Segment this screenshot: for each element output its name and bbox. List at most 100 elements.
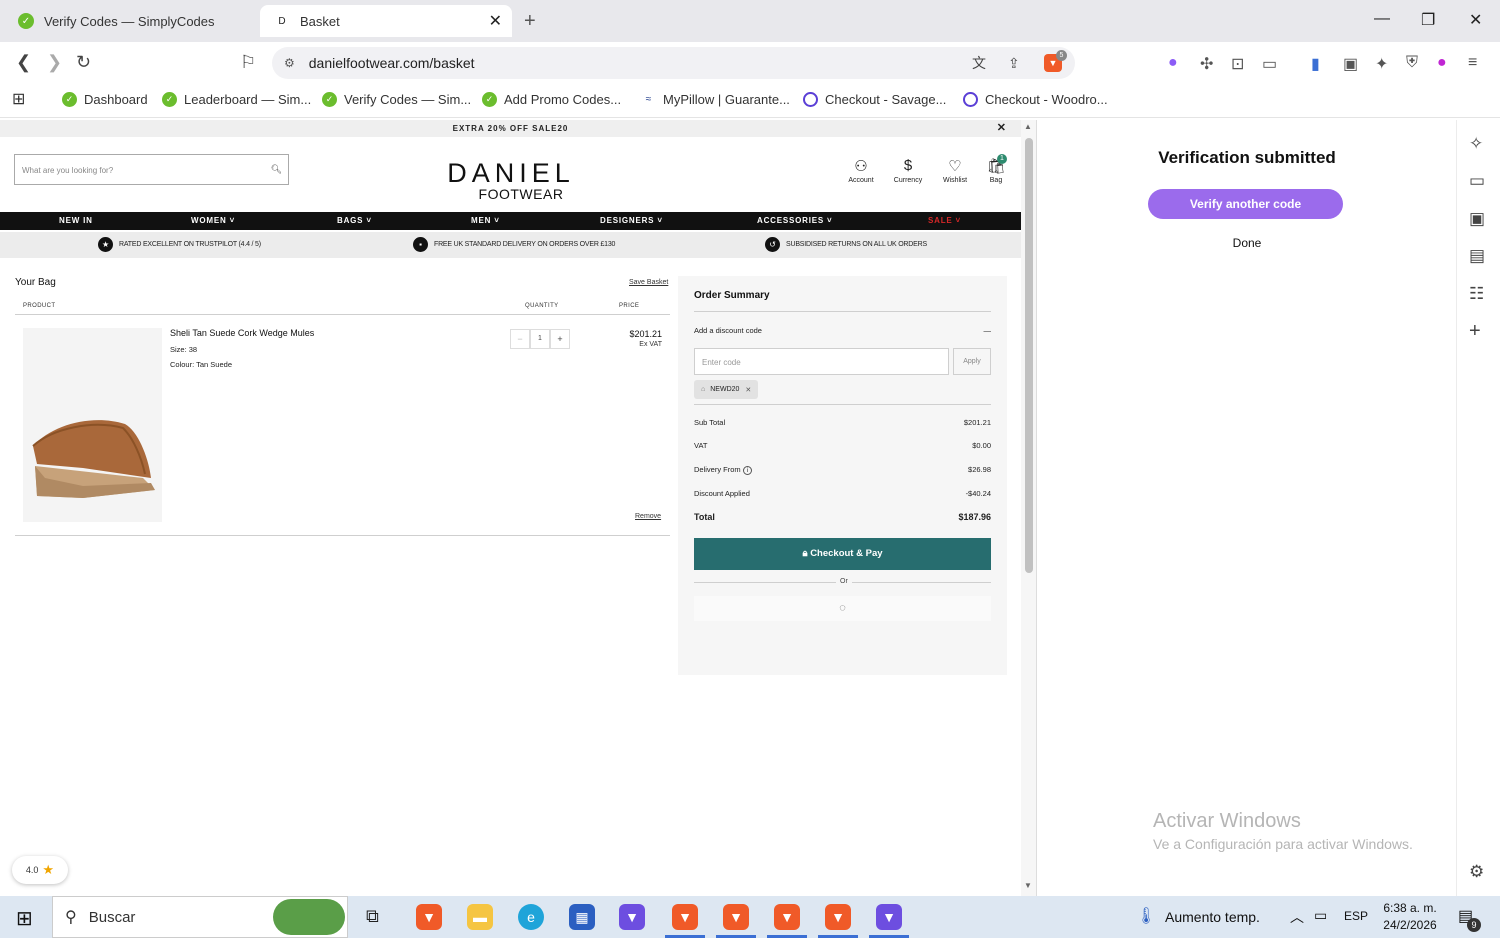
currency-link[interactable]: $ Currency [891, 157, 925, 184]
leo-icon[interactable]: ● [1168, 54, 1178, 72]
bookmark-dashboard[interactable]: ✓ Dashboard [62, 92, 148, 107]
scroll-up-icon[interactable]: ▲ [1024, 122, 1032, 131]
remove-code-icon[interactable]: ✕ [745, 386, 751, 394]
brave-window-3-icon[interactable]: ▼ [774, 904, 800, 930]
bag-link[interactable]: 🛍︎ Bag [979, 157, 1013, 184]
bookmark-checkout-savage[interactable]: Checkout - Savage... [803, 92, 946, 107]
info-icon[interactable]: i [742, 466, 752, 475]
product-image[interactable] [23, 328, 162, 522]
star-icon: ★ [42, 862, 55, 877]
back-icon[interactable]: ❮ [16, 52, 31, 73]
address-bar[interactable]: ⚙ danielfootwear.com/basket 文 ⇪ ▼ 5 [272, 47, 1075, 79]
translate-icon[interactable]: 文 [972, 53, 986, 73]
site-search-input[interactable]: What are you looking for? 🔍︎ [14, 154, 289, 185]
account-label: Account [848, 177, 874, 184]
qty-value[interactable]: 1 [530, 329, 550, 349]
extensions-icon[interactable]: ✣ [1200, 54, 1213, 74]
bookmark-mypillow[interactable]: ≈ MyPillow | Guarante... [641, 92, 790, 107]
forward-icon[interactable]: ❯ [47, 52, 62, 73]
nav-designers[interactable]: DESIGNERS ˅ [600, 212, 663, 230]
language-indicator[interactable]: ESP [1344, 909, 1368, 923]
decrease-qty-button[interactable]: − [510, 329, 530, 349]
increase-qty-button[interactable]: + [550, 329, 570, 349]
reading-list-icon[interactable]: ☷ [1469, 284, 1484, 304]
subtotal-row: Sub Total $201.21 [694, 418, 991, 427]
reader-icon[interactable]: ▭ [1262, 54, 1277, 74]
discount-toggle[interactable]: Add a discount code — [694, 326, 991, 335]
scroll-down-icon[interactable]: ▼ [1024, 881, 1032, 890]
taskbar-search[interactable]: ⚲ Buscar [52, 896, 348, 938]
brave-app-icon[interactable]: ▼ [416, 904, 442, 930]
new-tab-button[interactable]: + [524, 10, 536, 33]
add-panel-icon[interactable]: + [1469, 320, 1481, 343]
maximize-icon[interactable]: ❐ [1421, 10, 1435, 30]
site-info-icon[interactable]: ⚙ [284, 56, 295, 70]
sidebar-toggle-icon[interactable]: ▮ [1311, 54, 1320, 74]
account-link[interactable]: ⚇ Account [844, 157, 878, 184]
verify-another-button[interactable]: Verify another code [1148, 189, 1343, 219]
nav-new-in[interactable]: NEW IN [59, 212, 93, 230]
task-view-icon[interactable]: ⧉ [366, 906, 379, 927]
scroll-thumb[interactable] [1025, 138, 1033, 573]
express-pay-area[interactable]: ◌ [694, 596, 991, 621]
brave-window-1-icon[interactable]: ▼ [672, 904, 698, 930]
network-icon[interactable]: ▭ [1314, 907, 1327, 924]
nav-bags[interactable]: BAGS ˅ [337, 212, 372, 230]
search-icon[interactable]: 🔍︎ [271, 164, 282, 175]
reload-icon[interactable]: ↻ [76, 52, 91, 73]
bookmark-icon[interactable]: ⚐ [240, 52, 256, 73]
profile-icon[interactable]: ● [1437, 54, 1447, 72]
weather-text[interactable]: Aumento temp. [1165, 909, 1260, 925]
file-explorer-icon[interactable]: ▬ [467, 904, 493, 930]
bookmarks-icon[interactable]: ▤ [1469, 246, 1485, 266]
minimize-icon[interactable]: — [1374, 10, 1390, 28]
brave-window-2-icon[interactable]: ▼ [723, 904, 749, 930]
settings-icon[interactable]: ⚙ [1469, 862, 1484, 882]
nav-accessories[interactable]: ACCESSORIES ˅ [757, 212, 833, 230]
tab-basket[interactable]: D Basket ✕ [260, 5, 512, 37]
checkout-pay-button[interactable]: 🔒︎ Checkout & Pay [694, 538, 991, 570]
bookmark-verify-codes[interactable]: ✓ Verify Codes — Sim... [322, 92, 471, 107]
close-window-icon[interactable]: ✕ [1469, 10, 1482, 30]
save-basket-link[interactable]: Save Basket [629, 279, 668, 286]
rating-value: 4.0 [25, 865, 39, 875]
ai-icon[interactable]: ✧ [1469, 134, 1483, 154]
bookmark-leaderboard[interactable]: ✓ Leaderboard — Sim... [162, 92, 311, 107]
discount-code-input[interactable]: Enter code [694, 348, 949, 375]
remove-link[interactable]: Remove [635, 513, 661, 520]
vpn-window-icon[interactable]: ▼ [876, 904, 902, 930]
nav-women[interactable]: WOMEN ˅ [191, 212, 235, 230]
page-scrollbar[interactable]: ▲ ▼ [1021, 120, 1037, 896]
clock[interactable]: 6:38 a. m. 24/2/2026 [1380, 900, 1440, 934]
menu-icon[interactable]: ≡ [1468, 54, 1477, 72]
usp-delivery: ▪ FREE UK STANDARD DELIVERY ON ORDERS OVE… [413, 237, 615, 252]
split-view-icon[interactable]: ⊡ [1231, 54, 1244, 74]
apply-button[interactable]: Apply [953, 348, 991, 375]
product-name[interactable]: Sheli Tan Suede Cork Wedge Mules [170, 328, 314, 338]
share-icon[interactable]: ⇪ [1008, 55, 1020, 72]
close-tab-icon[interactable]: ✕ [489, 11, 502, 31]
brave-window-4-icon[interactable]: ▼ [825, 904, 851, 930]
store-icon[interactable]: ▦ [569, 904, 595, 930]
site-logo[interactable]: DANIEL FOOTWEAR [444, 160, 578, 202]
close-promo-icon[interactable]: ✕ [997, 120, 1007, 137]
apps-grid-icon[interactable]: ⊞ [12, 89, 25, 109]
wishlist-link[interactable]: ♡ Wishlist [938, 157, 972, 184]
bookmark-add-promo[interactable]: ✓ Add Promo Codes... [482, 92, 621, 107]
media-icon[interactable]: ▭ [1469, 171, 1485, 191]
vpn-app-icon[interactable]: ▼ [619, 904, 645, 930]
collapse-icon[interactable]: — [984, 326, 992, 335]
wallet-icon[interactable]: ▣ [1469, 209, 1485, 229]
bookmark-checkout-woodro[interactable]: Checkout - Woodro... [963, 92, 1108, 107]
nav-sale[interactable]: SALE ˅ [928, 212, 961, 230]
chevron-up-icon[interactable]: ︿ [1290, 907, 1304, 927]
ai-sparkle-icon[interactable]: ✦ [1375, 54, 1388, 74]
done-button[interactable]: Done [1038, 236, 1456, 250]
nav-men[interactable]: MEN ˅ [471, 212, 500, 230]
windows-start-icon[interactable]: ⊞ [16, 906, 33, 931]
edge-icon[interactable]: e [518, 904, 544, 930]
rating-widget[interactable]: 4.0 ★ [12, 856, 68, 884]
wallet-icon[interactable]: ▣ [1343, 54, 1358, 74]
tab-verify-codes[interactable]: ✓ Verify Codes — SimplyCodes [4, 5, 254, 37]
vpn-shield-icon[interactable]: ⛨ [1406, 54, 1418, 72]
